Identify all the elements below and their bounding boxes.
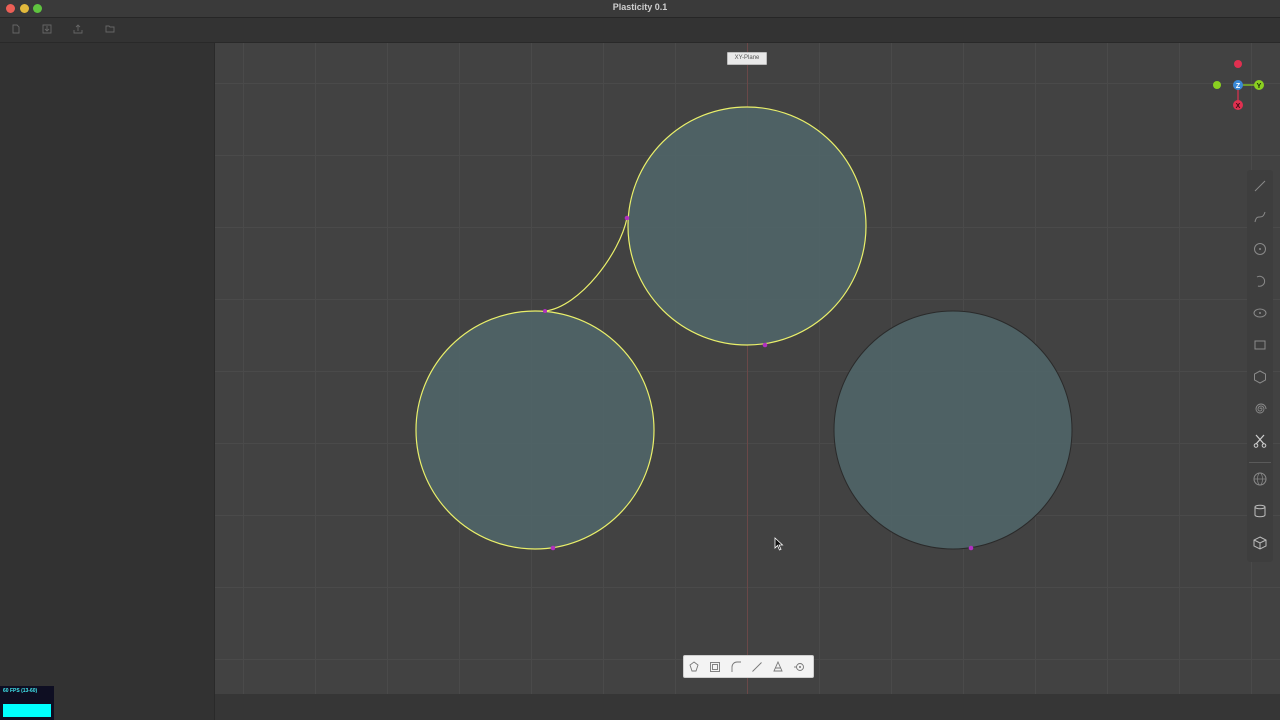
sphere-icon[interactable] (1250, 468, 1270, 490)
viewport-3d[interactable]: Y X Z XY-Plane (215, 43, 1280, 694)
top-toolbar (0, 18, 1280, 43)
left-sidebar (0, 43, 215, 720)
cylinder-icon[interactable] (1250, 500, 1270, 522)
scissors-icon[interactable] (1250, 430, 1270, 452)
fps-label: 60 FPS (13-60) (3, 688, 38, 694)
circle-bottom-left (415, 310, 655, 550)
line-icon[interactable] (1250, 175, 1270, 197)
window-title: Plasticity 0.1 (612, 2, 668, 12)
open-folder-icon[interactable] (103, 22, 117, 36)
offset-icon[interactable] (707, 659, 723, 674)
title-bar: Plasticity 0.1 (0, 0, 1280, 18)
extrude-icon[interactable] (686, 659, 702, 674)
import-icon[interactable] (40, 22, 54, 36)
connecting-curve (544, 217, 628, 312)
curve-icon[interactable] (1250, 206, 1270, 228)
right-toolbar (1247, 170, 1273, 562)
arc-icon[interactable] (1250, 270, 1270, 292)
svg-text:Z: Z (1236, 83, 1241, 90)
circle-icon[interactable] (1250, 238, 1270, 260)
fillet-icon[interactable] (728, 659, 744, 674)
polygon-icon[interactable] (1250, 366, 1270, 388)
fps-graph (3, 704, 51, 717)
circle-right (833, 310, 1073, 550)
mouse-cursor-icon (774, 537, 784, 556)
box-icon[interactable] (1250, 532, 1270, 554)
fps-stats-panel: 60 FPS (13-60) (0, 686, 54, 720)
cone-icon[interactable] (770, 659, 786, 674)
rectangle-icon[interactable] (1250, 334, 1270, 356)
line-tool-icon[interactable] (749, 659, 765, 674)
export-icon[interactable] (71, 22, 85, 36)
view-gizmo: Y X Z (1213, 60, 1264, 110)
svg-text:X: X (1236, 103, 1241, 110)
toolbar-separator (1249, 462, 1271, 463)
ellipse-icon[interactable] (1250, 302, 1270, 324)
new-file-icon[interactable] (9, 22, 23, 36)
snap-icon[interactable] (791, 659, 807, 674)
circle-top (627, 106, 867, 346)
svg-text:Y: Y (1257, 83, 1262, 90)
status-bar (215, 694, 1280, 720)
spiral-icon[interactable] (1250, 398, 1270, 420)
bottom-command-bar (683, 655, 814, 678)
plane-label: XY-Plane (727, 52, 767, 65)
